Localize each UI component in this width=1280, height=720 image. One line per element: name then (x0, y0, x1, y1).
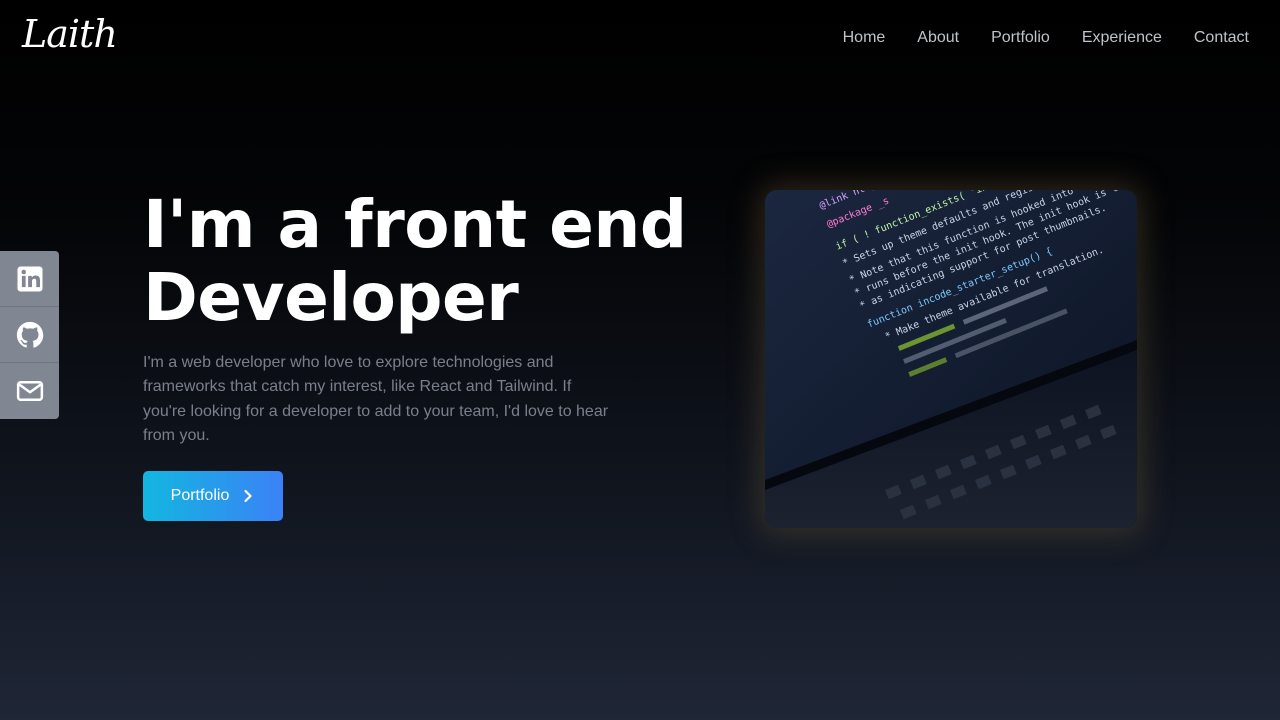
mail-icon (16, 381, 43, 401)
hero-title-line1: I'm a front end (143, 186, 687, 263)
main-nav: Home About Portfolio Experience Contact (843, 28, 1249, 48)
laptop-code-image: @link https://deve @package _s if ( ! fu… (765, 190, 1137, 528)
portfolio-button[interactable]: Portfolio (143, 471, 283, 521)
nav-about[interactable]: About (917, 28, 959, 48)
nav-home[interactable]: Home (843, 28, 886, 48)
hero-description: I'm a web developer who love to explore … (143, 354, 609, 444)
github-link[interactable] (0, 307, 59, 363)
linkedin-link[interactable] (0, 251, 59, 307)
chevron-right-icon (244, 489, 252, 503)
social-sidebar (0, 251, 59, 419)
mail-link[interactable] (0, 363, 59, 419)
logo[interactable]: Laith (22, 4, 118, 64)
hero-image: @link https://deve @package _s if ( ! fu… (765, 190, 1137, 528)
hero-title: I'm a front end Developer (143, 188, 703, 334)
nav-contact[interactable]: Contact (1194, 28, 1249, 48)
hero-title-line2: Developer (143, 259, 519, 336)
nav-portfolio[interactable]: Portfolio (991, 28, 1050, 48)
nav-experience[interactable]: Experience (1082, 28, 1162, 48)
portfolio-button-label: Portfolio (170, 487, 230, 504)
github-icon (16, 321, 43, 348)
linkedin-icon (17, 266, 42, 291)
